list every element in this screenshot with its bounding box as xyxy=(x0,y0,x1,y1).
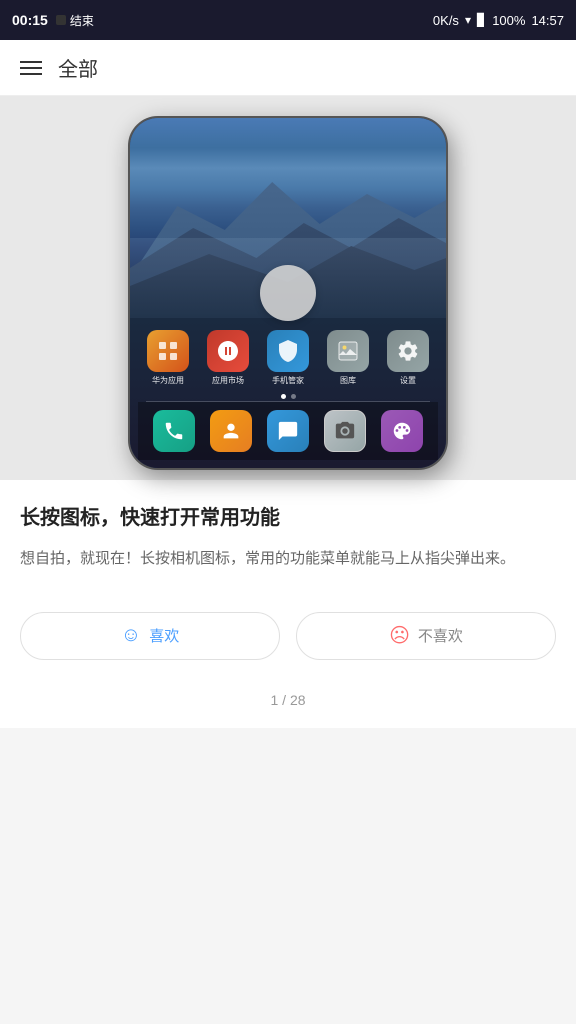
record-dot xyxy=(56,15,66,25)
wifi-icon: ▾ xyxy=(465,13,471,27)
status-record: 结束 xyxy=(56,12,94,29)
status-right: 0K/s ▾ ▊ 100% 14:57 xyxy=(433,13,564,28)
app-icons-area: 华为应用 应用市场 手机管家 xyxy=(130,318,446,468)
header: 全部 xyxy=(0,40,576,96)
page-dot-1 xyxy=(281,394,286,399)
network-speed: 0K/s xyxy=(433,13,459,28)
dislike-label: 不喜欢 xyxy=(418,625,463,646)
tip-description: 想自拍，就现在！长按相机图标，常用的功能菜单就能马上从指尖弹出来。 xyxy=(20,546,556,572)
phone-mockup: 华为应用 应用市场 手机管家 xyxy=(128,116,448,470)
phone-manager-icon xyxy=(267,330,309,372)
status-bar: 00:15 结束 0K/s ▾ ▊ 100% 14:57 xyxy=(0,0,576,40)
phone-screen: 华为应用 应用市场 手机管家 xyxy=(130,118,446,468)
dock-messages-icon xyxy=(267,410,309,452)
page-dot-2 xyxy=(291,394,296,399)
app-store-icon xyxy=(207,330,249,372)
app-label-settings: 设置 xyxy=(400,375,416,386)
status-left: 00:15 结束 xyxy=(12,12,94,29)
header-title: 全部 xyxy=(58,53,98,82)
app-label-store: 应用市场 xyxy=(212,375,244,386)
status-time: 00:15 xyxy=(12,12,48,28)
tip-content-area: 长按图标，快速打开常用功能 想自拍，就现在！长按相机图标，常用的功能菜单就能马上… xyxy=(0,480,576,592)
hamburger-menu-icon[interactable] xyxy=(20,61,42,75)
page-dots xyxy=(138,390,438,401)
app-icon-phone-manager[interactable]: 手机管家 xyxy=(262,330,314,386)
dock-icon-themes[interactable] xyxy=(376,410,428,452)
dock-icon-phone[interactable] xyxy=(148,410,200,452)
phone-mockup-container: 华为应用 应用市场 手机管家 xyxy=(0,96,576,480)
like-button[interactable]: ☺ 喜欢 xyxy=(20,612,280,660)
app-label-huawei: 华为应用 xyxy=(152,375,184,386)
app-icon-app-store[interactable]: 应用市场 xyxy=(202,330,254,386)
dock-icon-messages[interactable] xyxy=(262,410,314,452)
signal-icon: ▊ xyxy=(477,13,486,27)
gallery-icon xyxy=(327,330,369,372)
page-indicator: 1 / 28 xyxy=(0,680,576,728)
app-icon-settings[interactable]: 设置 xyxy=(382,330,434,386)
app-icon-huawei-apps[interactable]: 华为应用 xyxy=(142,330,194,386)
wallpaper xyxy=(130,118,446,318)
dock-icon-contacts[interactable] xyxy=(205,410,257,452)
battery-level: 100% xyxy=(492,13,525,28)
smile-icon: ☺ xyxy=(121,624,141,647)
app-row-main: 华为应用 应用市场 手机管家 xyxy=(138,330,438,386)
app-icon-gallery[interactable]: 图库 xyxy=(322,330,374,386)
dock-row xyxy=(138,402,438,460)
action-buttons: ☺ 喜欢 ☹ 不喜欢 xyxy=(0,592,576,680)
tip-title: 长按图标，快速打开常用功能 xyxy=(20,504,556,532)
record-label: 结束 xyxy=(70,12,94,29)
dock-themes-icon xyxy=(381,410,423,452)
mountain-fog xyxy=(130,238,446,318)
huawei-apps-icon xyxy=(147,330,189,372)
frown-icon: ☹ xyxy=(389,623,410,648)
dock-icon-camera[interactable] xyxy=(319,410,371,452)
dislike-button[interactable]: ☹ 不喜欢 xyxy=(296,612,556,660)
dock-phone-icon xyxy=(153,410,195,452)
dock-camera-icon xyxy=(324,410,366,452)
page-display: 1 / 28 xyxy=(270,692,305,708)
dock-contacts-icon xyxy=(210,410,252,452)
app-label-gallery: 图库 xyxy=(340,375,356,386)
clock-time: 14:57 xyxy=(531,13,564,28)
app-label-manager: 手机管家 xyxy=(272,375,304,386)
settings-icon xyxy=(387,330,429,372)
like-label: 喜欢 xyxy=(149,625,179,646)
